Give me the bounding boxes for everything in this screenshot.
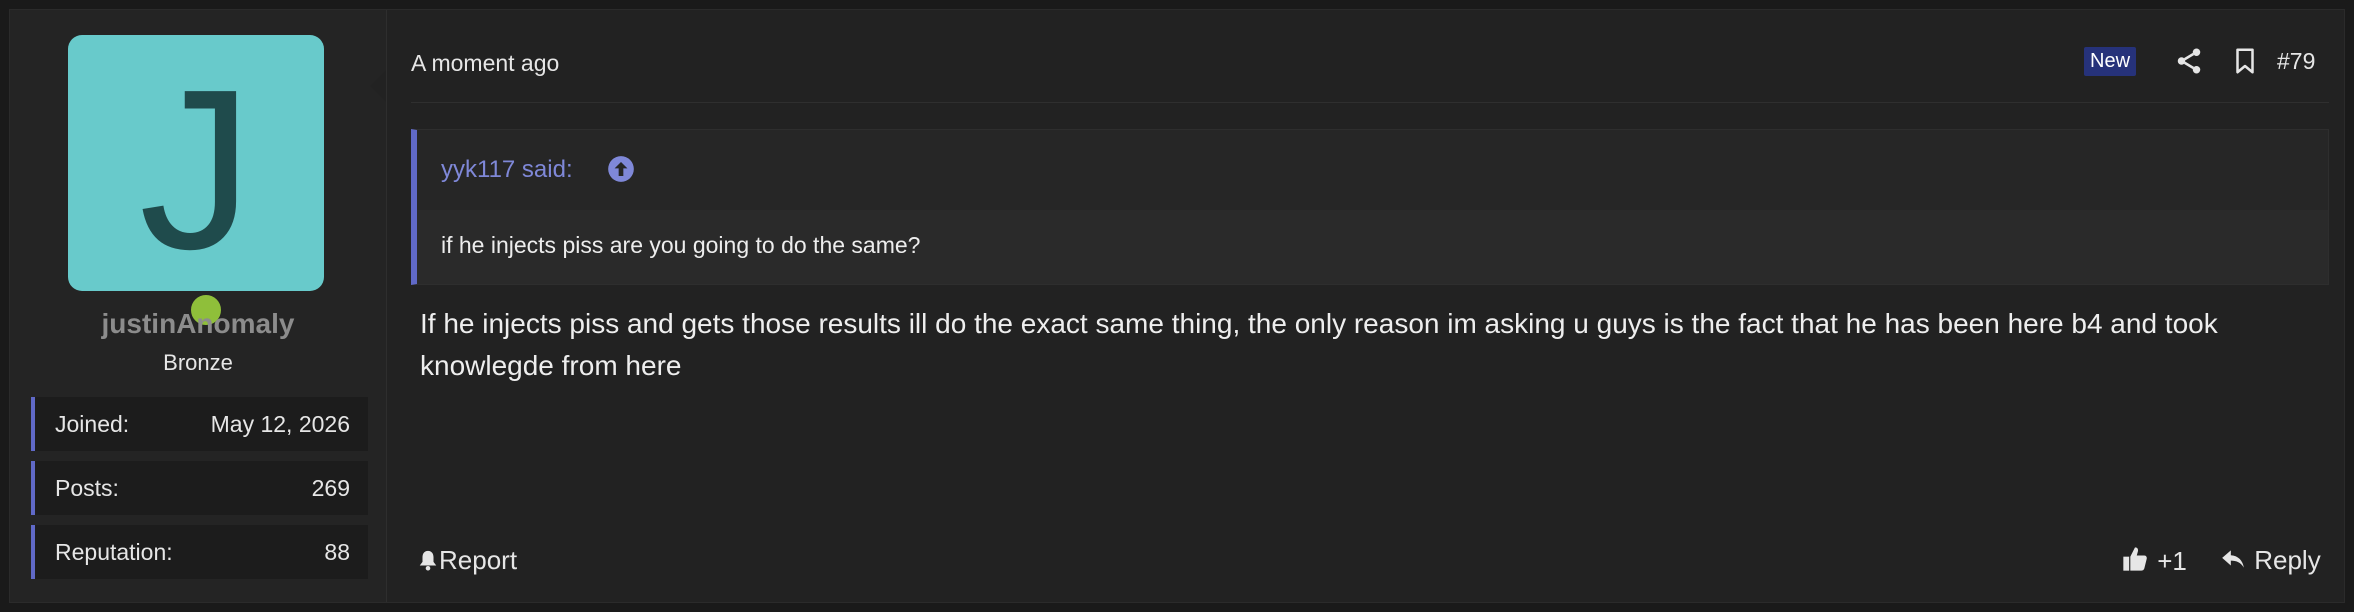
user-info-panel: J justinAnomaly Bronze Joined: May 12, 2… bbox=[10, 10, 387, 602]
post-message: If he injects piss and gets those result… bbox=[420, 308, 2218, 381]
stat-reputation: Reputation: 88 bbox=[31, 525, 368, 579]
header-divider bbox=[411, 102, 2329, 103]
new-badge: New bbox=[2084, 47, 2137, 76]
forum-post: J justinAnomaly Bronze Joined: May 12, 2… bbox=[9, 9, 2345, 603]
stat-joined: Joined: May 12, 2026 bbox=[31, 397, 368, 451]
like-count: +1 bbox=[2157, 546, 2187, 576]
post-number[interactable]: #79 bbox=[2277, 48, 2315, 75]
stat-value: May 12, 2026 bbox=[210, 411, 350, 437]
quote-block: yyk117 said: if he injects piss are you … bbox=[411, 129, 2329, 285]
bookmark-icon[interactable] bbox=[2230, 46, 2260, 76]
share-icon[interactable] bbox=[2174, 46, 2204, 76]
bell-icon bbox=[419, 550, 437, 571]
quote-text: if he injects piss are you going to do t… bbox=[441, 232, 921, 258]
user-rank: Bronze bbox=[163, 350, 233, 375]
quote-body: if he injects piss are you going to do t… bbox=[417, 210, 2328, 284]
stat-posts: Posts: 269 bbox=[31, 461, 368, 515]
like-button[interactable]: +1 bbox=[2120, 545, 2187, 577]
stat-label: Joined: bbox=[55, 411, 130, 437]
username[interactable]: justinAnomaly bbox=[10, 308, 386, 340]
report-button[interactable]: Report bbox=[417, 545, 517, 576]
thumbs-up-icon bbox=[2123, 547, 2147, 571]
stat-value: 88 bbox=[324, 539, 350, 565]
stat-value: 269 bbox=[311, 475, 350, 501]
stat-label: Reputation: bbox=[55, 539, 173, 565]
reply-button[interactable]: Reply bbox=[2219, 545, 2321, 576]
arrow-up-circle-icon[interactable] bbox=[607, 155, 635, 183]
post-timestamp[interactable]: A moment ago bbox=[411, 50, 559, 77]
quote-author[interactable]: yyk117 said: bbox=[441, 156, 573, 184]
reply-label: Reply bbox=[2254, 545, 2321, 575]
post-pointer bbox=[370, 70, 386, 102]
avatar-letter: J bbox=[139, 43, 253, 297]
avatar[interactable]: J bbox=[68, 35, 324, 329]
report-label: Report bbox=[439, 545, 518, 575]
stat-label: Posts: bbox=[55, 475, 119, 501]
reply-icon bbox=[2222, 550, 2244, 568]
